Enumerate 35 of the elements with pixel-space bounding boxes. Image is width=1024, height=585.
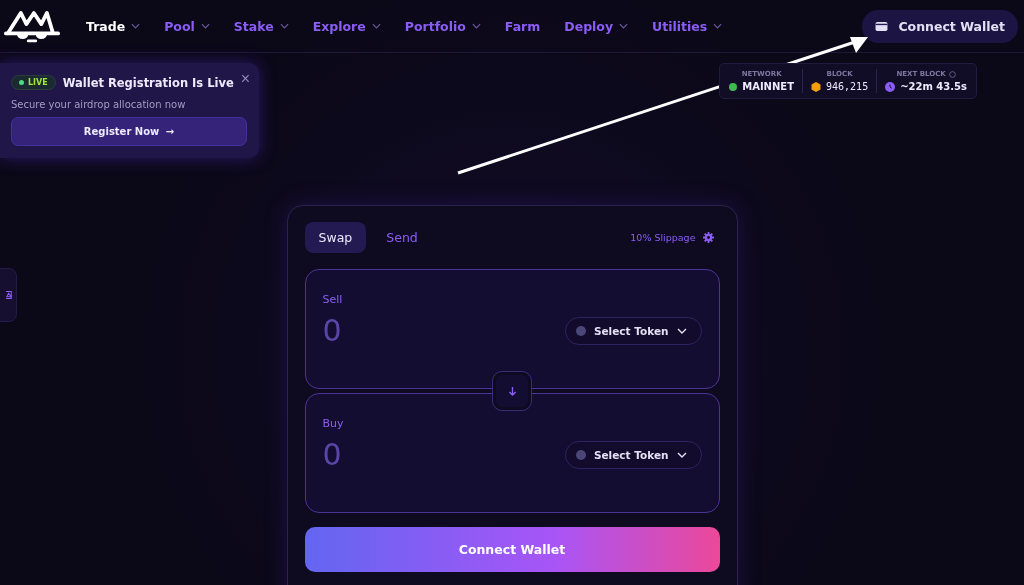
announcement-title: Wallet Registration Is Live — [62, 75, 234, 90]
connect-wallet-button[interactable]: Connect Wallet — [862, 9, 1018, 43]
nav-menu-item[interactable]: Stake — [221, 18, 301, 34]
swap-tab[interactable]: Send — [372, 222, 432, 253]
connect-wallet-button[interactable]: Connect Wallet — [304, 527, 720, 572]
swap-tab[interactable]: Swap — [304, 222, 367, 253]
amount-field[interactable]: 0 — [322, 437, 342, 472]
close-button[interactable]: × — [240, 70, 251, 87]
live-badge: LIVE — [11, 75, 56, 90]
slippage-button[interactable]: 10% Slippage — [624, 231, 720, 244]
arrow-down-icon — [507, 385, 517, 397]
announcement-text: Secure your airdrop allocation now — [11, 99, 187, 110]
nav-menu-item[interactable]: Deploy — [552, 18, 641, 34]
stat-value: MAINNET — [742, 81, 794, 92]
register-button[interactable]: Register Now → — [11, 117, 247, 146]
nav-menu-item[interactable]: Utilities — [640, 18, 735, 34]
stat-value: ~22m 43.5s — [900, 81, 967, 92]
token-placeholder-icon — [575, 325, 586, 336]
settings-icon — [702, 232, 714, 243]
chevron-down-icon — [676, 327, 687, 334]
panel-label: Sell — [322, 293, 343, 306]
info-icon — [948, 70, 956, 78]
wallet-icon — [875, 20, 889, 32]
amount-field[interactable]: 0 — [322, 313, 342, 348]
select-token-button[interactable]: Select Token — [564, 316, 702, 345]
nav-menu-item[interactable]: Explore — [300, 18, 393, 34]
select-token-button[interactable]: Select Token — [564, 440, 702, 469]
nav-menu-item[interactable]: Pool — [152, 18, 222, 34]
nav-menu-item[interactable]: Farm — [492, 18, 553, 34]
token-placeholder-icon — [575, 449, 586, 460]
panel-label: Buy — [322, 417, 344, 430]
stat-value: 946,215 — [826, 81, 869, 92]
chevron-down-icon — [676, 451, 687, 458]
nav-menu-item[interactable]: Trade — [74, 18, 153, 34]
nav-menu-item[interactable]: Portfolio — [392, 18, 493, 34]
